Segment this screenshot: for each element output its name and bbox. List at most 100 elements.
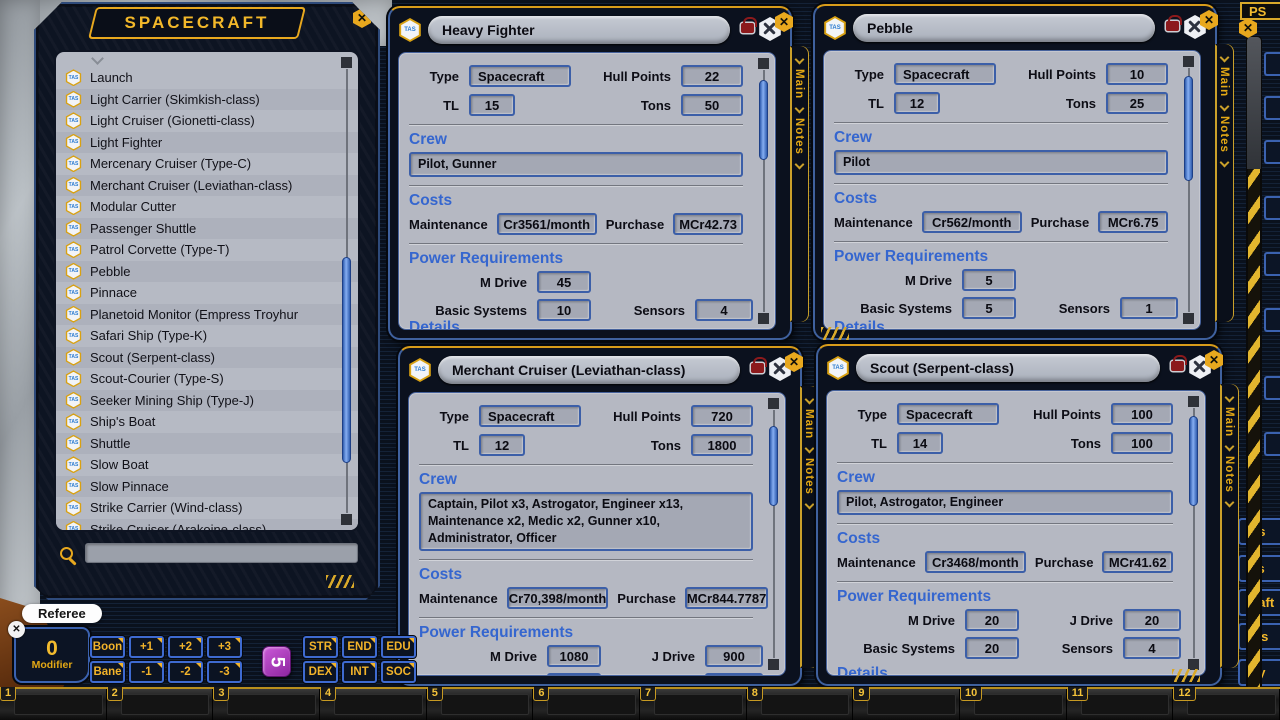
crew-field[interactable]: Captain, Pilot x3, Astrogator, Engineer …: [419, 492, 753, 551]
edge-button[interactable]: [1264, 252, 1280, 276]
tab-main[interactable]: Main: [1223, 407, 1235, 437]
edge-button[interactable]: [1264, 196, 1280, 220]
hotkey-slot[interactable]: 9: [853, 689, 960, 720]
plus2-button[interactable]: +2: [168, 636, 203, 658]
window-scrollbar[interactable]: [768, 398, 780, 670]
ship-name-field[interactable]: Scout (Serpent-class): [856, 354, 1160, 382]
hotkey-slot[interactable]: 5: [427, 689, 534, 720]
tons-field[interactable]: 25: [1106, 92, 1168, 114]
lock-icon[interactable]: [1166, 21, 1179, 31]
list-item[interactable]: TASMerchant Cruiser (Leviathan-class): [56, 175, 358, 197]
scrollbar-thumb[interactable]: [1184, 76, 1193, 181]
edu-button[interactable]: EDU: [381, 636, 416, 658]
lock-icon[interactable]: [751, 363, 764, 373]
hull-field[interactable]: 720: [691, 405, 753, 427]
lock-icon[interactable]: [1171, 361, 1184, 371]
basic-field[interactable]: 360: [547, 673, 601, 676]
mdrive-field[interactable]: 20: [965, 609, 1019, 631]
list-item[interactable]: TASPinnace: [56, 282, 358, 304]
scrollbar-thumb[interactable]: [759, 80, 768, 160]
type-field[interactable]: Spacecraft: [479, 405, 581, 427]
modifier-box[interactable]: ✕ 0 Modifier: [14, 627, 90, 683]
scrollbar-thumb[interactable]: [769, 426, 778, 506]
type-field[interactable]: Spacecraft: [894, 63, 996, 85]
sensors-field[interactable]: 1: [705, 673, 763, 676]
mdrive-field[interactable]: 45: [537, 271, 591, 293]
tab-main[interactable]: Main: [1218, 67, 1230, 97]
list-item[interactable]: TASLight Cruiser (Gionetti-class): [56, 110, 358, 132]
type-field[interactable]: Spacecraft: [469, 65, 571, 87]
list-scrollbar[interactable]: [341, 57, 353, 525]
maintenance-field[interactable]: Cr3468/month: [925, 551, 1026, 573]
list-item[interactable]: TASPlanetoid Monitor (Empress Troyhur: [56, 304, 358, 326]
tab-notes[interactable]: Notes: [793, 118, 805, 155]
jdrive-field[interactable]: 20: [1123, 609, 1181, 631]
str-button[interactable]: STR: [303, 636, 338, 658]
list-item[interactable]: TASShuttle: [56, 433, 358, 455]
bane-button[interactable]: Bane: [90, 661, 125, 683]
edge-button[interactable]: [1264, 140, 1280, 164]
plus3-button[interactable]: +3: [207, 636, 242, 658]
window-scrollbar[interactable]: [1183, 56, 1195, 324]
sensors-field[interactable]: 4: [695, 299, 753, 321]
sensors-field[interactable]: 1: [1120, 297, 1178, 319]
edge-button[interactable]: [1264, 96, 1280, 120]
search-input[interactable]: [85, 543, 358, 563]
edge-button[interactable]: [1264, 376, 1280, 400]
purchase-field[interactable]: MCr41.62: [1102, 551, 1173, 573]
tl-field[interactable]: 12: [479, 434, 525, 456]
list-item[interactable]: TASStrike Carrier (Wind-class): [56, 497, 358, 519]
plus1-button[interactable]: +1: [129, 636, 164, 658]
basic-field[interactable]: 20: [965, 637, 1019, 659]
crew-field[interactable]: Pilot, Gunner: [409, 152, 743, 177]
tons-field[interactable]: 100: [1111, 432, 1173, 454]
tl-field[interactable]: 15: [469, 94, 515, 116]
hotkey-slot[interactable]: 10: [960, 689, 1067, 720]
tl-field[interactable]: 14: [897, 432, 943, 454]
edge-button[interactable]: [1264, 52, 1280, 76]
list-item[interactable]: TASSlow Boat: [56, 454, 358, 476]
list-item[interactable]: TASMercenary Cruiser (Type-C): [56, 153, 358, 175]
tab-main[interactable]: Main: [793, 69, 805, 99]
ship-name-field[interactable]: Heavy Fighter: [428, 16, 730, 44]
minus3-button[interactable]: -3: [207, 661, 242, 683]
list-item[interactable]: TASScout-Courier (Type-S): [56, 368, 358, 390]
ship-name-field[interactable]: Pebble: [853, 14, 1155, 42]
crew-field[interactable]: Pilot: [834, 150, 1168, 175]
tons-field[interactable]: 50: [681, 94, 743, 116]
purchase-field[interactable]: MCr6.75: [1098, 211, 1168, 233]
sensors-field[interactable]: 4: [1123, 637, 1181, 659]
edge-button[interactable]: [1264, 308, 1280, 332]
ps-button[interactable]: PS: [1240, 2, 1280, 20]
list-item[interactable]: TASLight Carrier (Skimkish-class): [56, 89, 358, 111]
hotkey-slot[interactable]: 3: [213, 689, 320, 720]
window-scrollbar[interactable]: [758, 58, 770, 324]
hotkey-slot[interactable]: 12: [1173, 689, 1280, 720]
basic-field[interactable]: 10: [537, 299, 591, 321]
d6-die[interactable]: 5: [262, 646, 291, 677]
scrollbar-thumb[interactable]: [1189, 416, 1198, 506]
list-item[interactable]: TASModular Cutter: [56, 196, 358, 218]
hotkey-slot[interactable]: 6: [533, 689, 640, 720]
hull-field[interactable]: 100: [1111, 403, 1173, 425]
tab-notes[interactable]: Notes: [1218, 116, 1230, 153]
maintenance-field[interactable]: Cr70,398/month: [507, 587, 609, 609]
crew-field[interactable]: Pilot, Astrogator, Engineer: [837, 490, 1173, 515]
minus1-button[interactable]: -1: [129, 661, 164, 683]
end-button[interactable]: END: [342, 636, 377, 658]
hotkey-slot[interactable]: 8: [747, 689, 854, 720]
list-item[interactable]: TASPassenger Shuttle: [56, 218, 358, 240]
minus2-button[interactable]: -2: [168, 661, 203, 683]
list-item[interactable]: TASLight Fighter: [56, 132, 358, 154]
list-item[interactable]: TASStrike Cruiser (Arakoine-class): [56, 519, 358, 533]
maintenance-field[interactable]: Cr562/month: [922, 211, 1022, 233]
list-item[interactable]: TASSlow Pinnace: [56, 476, 358, 498]
scrollbar-thumb[interactable]: [342, 257, 351, 463]
list-item[interactable]: TASShip's Boat: [56, 411, 358, 433]
hotkey-slot[interactable]: 7: [640, 689, 747, 720]
purchase-field[interactable]: MCr844.7787: [685, 587, 769, 609]
list-item[interactable]: TASPebble: [56, 261, 358, 283]
window-scrollbar[interactable]: [1188, 396, 1200, 670]
list-item[interactable]: TASPatrol Corvette (Type-T): [56, 239, 358, 261]
edge-button[interactable]: [1264, 432, 1280, 456]
